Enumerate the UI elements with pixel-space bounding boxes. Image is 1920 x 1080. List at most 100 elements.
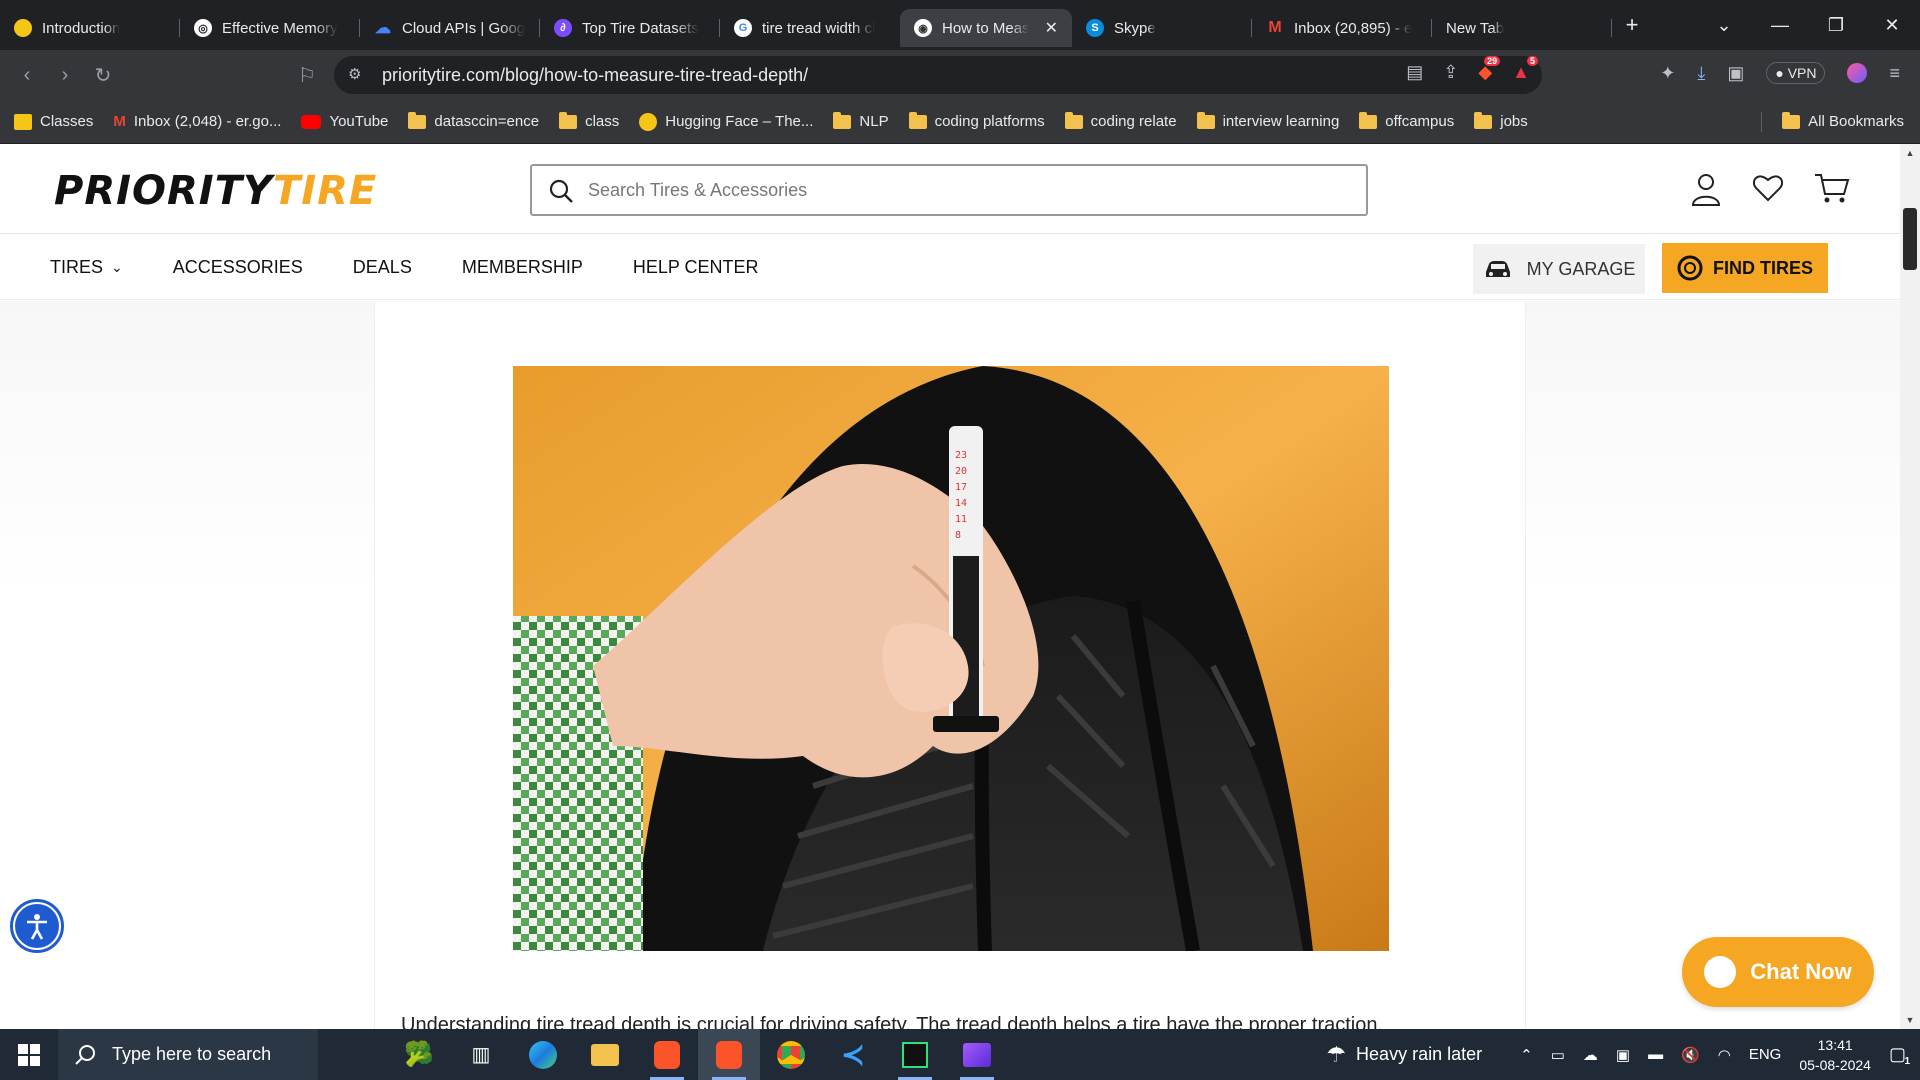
wifi-icon[interactable]: ◠ [1718, 1046, 1731, 1064]
file-explorer-icon[interactable] [574, 1029, 636, 1080]
clock[interactable]: 13:41 05-08-2024 [1799, 1035, 1871, 1075]
profile-avatar[interactable] [1847, 63, 1868, 83]
logo-accent-text: TIRE [272, 168, 378, 214]
bookmark-youtube[interactable]: YouTube [301, 113, 388, 130]
all-bookmarks[interactable]: All Bookmarks [1782, 111, 1920, 130]
site-search-input[interactable]: Search Tires & Accessories [530, 164, 1368, 216]
address-bar[interactable]: ⚙ prioritytire.com/blog/how-to-measure-t… [334, 56, 1542, 94]
bookmark-folder[interactable]: interview learning [1196, 111, 1339, 130]
my-garage-button[interactable]: MY GARAGE [1473, 244, 1645, 294]
tab-introduction[interactable]: Introduction [0, 9, 180, 47]
bookmark-label: class [585, 113, 620, 130]
volume-muted-icon[interactable]: 🔇 [1681, 1046, 1700, 1064]
nav-tires[interactable]: TIRES ⌄ [50, 257, 123, 278]
site-info-icon[interactable]: ⚙ [348, 65, 368, 85]
bookmarks-divider [1761, 111, 1763, 132]
tab-skype[interactable]: S Skype [1072, 9, 1252, 47]
bookmark-inbox[interactable]: M Inbox (2,048) - er.go... [113, 113, 281, 130]
restore-icon[interactable]: ❐ [1808, 15, 1864, 36]
tab-effective-memory[interactable]: ◎ Effective Memory [180, 9, 360, 47]
cart-icon[interactable] [1814, 172, 1850, 204]
tab-gmail-inbox[interactable]: M Inbox (20,895) - e [1252, 9, 1432, 47]
download-icon[interactable]: ⤓ [1697, 63, 1705, 84]
folder-icon [1359, 111, 1378, 129]
notifications-icon[interactable]: ▢ 1 [1889, 1044, 1910, 1067]
new-tab-button[interactable]: + [1612, 12, 1652, 38]
find-tires-button[interactable]: FIND TIRES [1662, 243, 1828, 293]
menu-icon[interactable]: ≡ [1889, 63, 1900, 84]
chat-now-button[interactable]: Chat Now [1682, 937, 1874, 1007]
brave-active-icon[interactable] [698, 1029, 760, 1080]
url-text[interactable]: prioritytire.com/blog/how-to-measure-tir… [382, 65, 808, 86]
tab-title: Effective Memory [222, 19, 338, 37]
share-icon[interactable]: ⇪ [1443, 62, 1458, 83]
reload-icon[interactable]: ↻ [84, 63, 122, 88]
bookmark-classes[interactable]: Classes [14, 113, 93, 130]
scroll-up-icon[interactable]: ▲ [1900, 148, 1920, 158]
wishlist-heart-icon[interactable] [1752, 172, 1784, 202]
chevron-down-icon: ⌄ [111, 258, 123, 275]
bookmark-folder[interactable]: jobs [1474, 111, 1528, 130]
bookmark-folder[interactable]: NLP [833, 111, 889, 130]
meet-now-icon[interactable]: ▭ [1551, 1046, 1565, 1064]
nav-deals[interactable]: DEALS [353, 257, 412, 278]
minimize-icon[interactable]: — [1752, 15, 1808, 36]
tab-google-search[interactable]: G tire tread width cl [720, 9, 900, 47]
bookmark-icon[interactable]: ⚐ [288, 63, 326, 88]
bookmark-folder[interactable]: coding platforms [908, 111, 1045, 130]
bookmark-folder[interactable]: offcampus [1359, 111, 1454, 130]
battery-icon[interactable]: ▬ [1648, 1046, 1663, 1063]
accessibility-button[interactable] [10, 899, 64, 953]
scroll-down-icon[interactable]: ▼ [1900, 1015, 1920, 1025]
bookmark-folder[interactable]: datasccin=ence [408, 111, 539, 130]
hero-image-tread-gauge: 23 20 17 14 11 8 [513, 366, 1389, 951]
skype-icon: S [1086, 19, 1104, 37]
page-scrollbar[interactable]: ▲ ▼ [1900, 144, 1920, 1029]
brave-rewards-icon[interactable]: ▲ 5 [1512, 56, 1538, 83]
edge-icon[interactable] [512, 1029, 574, 1080]
forward-icon[interactable]: › [46, 64, 84, 87]
start-button[interactable] [0, 1043, 58, 1066]
scrollbar-thumb[interactable] [1903, 208, 1917, 270]
tab-title: Inbox (20,895) - e [1294, 19, 1413, 37]
widgets-icon[interactable]: 🥦 [388, 1029, 450, 1080]
tab-top-tire-datasets[interactable]: ∂ Top Tire Datasets [540, 9, 720, 47]
tab-cloud-apis[interactable]: ☁ Cloud APIs | Goog [360, 9, 540, 47]
brave-shields-icon[interactable]: ◆ 29 [1478, 56, 1501, 83]
pycharm-icon[interactable] [884, 1029, 946, 1080]
bookmark-label: NLP [859, 113, 889, 130]
vpn-button[interactable]: ● VPN [1766, 62, 1826, 84]
tab-search-chevron-icon[interactable]: ⌄ [1696, 15, 1752, 36]
reader-mode-icon[interactable]: ▤ [1406, 62, 1423, 83]
nav-accessories[interactable]: ACCESSORIES [173, 257, 303, 278]
chrome-icon[interactable] [760, 1029, 822, 1080]
back-icon[interactable]: ‹ [8, 64, 46, 87]
bookmark-hugging-face[interactable]: Hugging Face – The... [639, 112, 813, 131]
account-icon[interactable] [1690, 172, 1722, 206]
nav-membership[interactable]: MEMBERSHIP [462, 257, 583, 278]
task-view-icon[interactable]: ▥ [450, 1029, 512, 1080]
brave-icon[interactable] [636, 1029, 698, 1080]
close-window-icon[interactable]: ✕ [1864, 15, 1920, 36]
taskbar-search[interactable]: Type here to search [58, 1029, 318, 1080]
vpn-label: VPN [1787, 65, 1817, 81]
folder-icon [1474, 111, 1493, 129]
nav-help-center[interactable]: HELP CENTER [633, 257, 759, 278]
windows-taskbar: Type here to search 🥦 ▥ ≺ ☂ Heavy rain l… [0, 1029, 1920, 1080]
clipchamp-icon[interactable] [946, 1029, 1008, 1080]
site-header: PRIORITYTIRE Search Tires & Accessories [0, 144, 1900, 234]
tab-how-to-measure[interactable]: ◉ How to Meas ✕ [900, 9, 1072, 47]
display-icon[interactable]: ▣ [1616, 1046, 1630, 1064]
show-hidden-icons-chevron-icon[interactable]: ⌃ [1520, 1046, 1533, 1064]
weather-widget[interactable]: ☂ Heavy rain later [1326, 1042, 1482, 1068]
tab-new-tab[interactable]: New Tab [1432, 9, 1612, 47]
onedrive-cloud-icon[interactable]: ☁ [1583, 1046, 1598, 1064]
bookmark-folder[interactable]: class [559, 111, 620, 130]
close-tab-icon[interactable]: ✕ [1045, 18, 1058, 38]
bookmark-folder[interactable]: coding relate [1064, 111, 1177, 130]
wallet-icon[interactable]: ▣ [1727, 63, 1744, 84]
extensions-icon[interactable]: ✦ [1660, 63, 1675, 84]
priority-tire-logo[interactable]: PRIORITYTIRE [54, 168, 377, 214]
vscode-icon[interactable]: ≺ [822, 1029, 884, 1080]
language-indicator[interactable]: ENG [1749, 1046, 1782, 1063]
